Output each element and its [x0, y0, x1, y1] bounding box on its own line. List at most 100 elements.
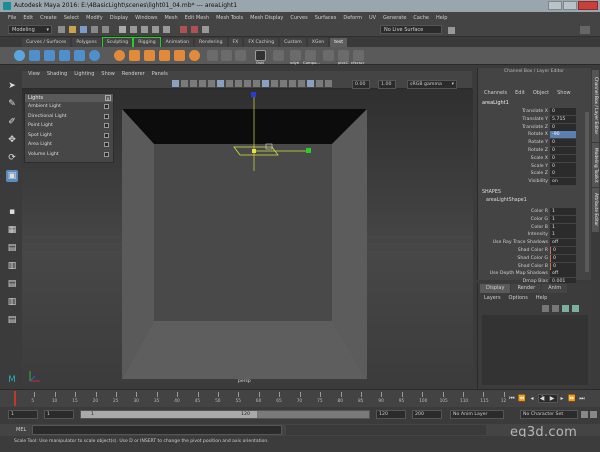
shelf-cylinder-icon[interactable]	[44, 50, 55, 61]
shelf-tab-sculpting[interactable]: Sculpting	[101, 37, 134, 48]
shape-attr-row[interactable]: Shad Color B0	[478, 262, 592, 271]
viewport-tool-2-icon[interactable]	[181, 80, 188, 87]
color-space-dropdown[interactable]: sRGB gamma ▾	[407, 80, 457, 89]
channel-box-scrollbar[interactable]	[585, 112, 589, 272]
viewport-tool-18-icon[interactable]	[325, 80, 332, 87]
attr-row[interactable]: Rotate X -90	[478, 131, 592, 139]
range-slider[interactable]: 1 120	[80, 410, 370, 419]
character-set-dropdown[interactable]: No Character Set	[520, 410, 578, 419]
light-item-point-light[interactable]: Point Light	[25, 121, 113, 131]
snap-curve-icon[interactable]	[141, 26, 148, 33]
close-icon[interactable]: ×	[105, 95, 111, 101]
attr-value[interactable]: 0	[550, 162, 576, 170]
light-item-checkbox[interactable]	[104, 142, 109, 147]
attr-value[interactable]: 1	[550, 231, 576, 239]
menu-windows[interactable]: Windows	[135, 15, 157, 21]
viewport-tool-9-icon[interactable]	[244, 80, 251, 87]
four-view-icon[interactable]: ▦	[6, 224, 18, 236]
shelf-script-icon[interactable]	[273, 50, 284, 61]
side-tab-modeling-toolkit[interactable]: Modeling Toolkit	[592, 143, 599, 187]
new-layer-selected-icon[interactable]	[572, 305, 579, 312]
shelf-cone-icon[interactable]	[59, 50, 70, 61]
shape-attr-row[interactable]: Shad Color G0	[478, 254, 592, 263]
layer-down-icon[interactable]	[552, 305, 559, 312]
viewport-tool-1-icon[interactable]	[172, 80, 179, 87]
playback-start-field[interactable]: 1	[44, 410, 74, 419]
attr-row[interactable]: Visibility on	[478, 178, 592, 186]
viewport-tool-6-icon[interactable]	[217, 80, 224, 87]
attr-value[interactable]: 0	[550, 139, 576, 147]
attr-value[interactable]: 0	[550, 123, 576, 131]
scale-tool-icon[interactable]: ▣	[6, 170, 18, 182]
menu-help[interactable]: Help	[436, 15, 447, 21]
single-view-icon[interactable]: ▪	[6, 206, 18, 218]
render-settings-icon[interactable]	[202, 26, 209, 33]
menu-cache[interactable]: Cache	[413, 15, 429, 21]
layer-tab-display[interactable]: Display	[480, 284, 511, 293]
step-forward-key-icon[interactable]: ⏩	[568, 394, 576, 403]
shelf-nurbs-cube-icon[interactable]	[129, 50, 140, 61]
shelf-plane-icon[interactable]	[74, 50, 85, 61]
attr-row[interactable]: Translate Z0	[478, 123, 592, 132]
shape-attr-row[interactable]: Color B1	[478, 223, 592, 232]
menu-select[interactable]: Select	[64, 15, 79, 21]
attr-value[interactable]: 0	[550, 247, 576, 254]
viewport-menu-shading[interactable]: Shading	[47, 71, 67, 79]
light-item-spot-light[interactable]: Spot Light	[25, 131, 113, 141]
attr-row[interactable]: Scale Z0	[478, 170, 592, 178]
attr-row[interactable]: Translate Y 5.715	[478, 115, 592, 124]
menu-create[interactable]: Create	[40, 15, 57, 21]
light-item-directional-light[interactable]: Directional Light	[25, 112, 113, 122]
viewport-tool-13-icon[interactable]	[280, 80, 287, 87]
rotate-tool-icon[interactable]: ⟳	[6, 152, 18, 164]
attr-value[interactable]: 0	[550, 170, 576, 178]
snap-point-icon[interactable]	[152, 26, 159, 33]
attr-row[interactable]: Rotate Z0	[478, 147, 592, 155]
attr-row[interactable]: Translate X0	[478, 108, 592, 116]
shelf-tab-fx-caching[interactable]: FX Caching	[244, 38, 279, 47]
layout-d-icon[interactable]: ▥	[6, 296, 18, 308]
menu-surfaces[interactable]: Surfaces	[315, 15, 337, 21]
layout-e-icon[interactable]: ▤	[6, 314, 18, 326]
viewport-menu-lighting[interactable]: Lighting	[74, 71, 94, 79]
live-surface-field[interactable]: No Live Surface	[380, 25, 442, 34]
shelf-nurbs-torus-icon[interactable]	[189, 50, 200, 61]
viewport-tool-10-icon[interactable]	[253, 80, 260, 87]
menu-display[interactable]: Display	[110, 15, 128, 21]
lasso-tool-icon[interactable]: ✎	[6, 98, 18, 110]
step-forward-frame-icon[interactable]: ▸	[558, 394, 566, 403]
viewport-tool-14-icon[interactable]	[289, 80, 296, 87]
channel-menu-channels[interactable]: Channels	[484, 90, 507, 96]
range-slider-handle[interactable]	[81, 411, 257, 418]
snap-surface-icon[interactable]	[163, 26, 170, 33]
shelf-tab-rigging[interactable]: Rigging	[133, 37, 161, 48]
shelf-tab-xgen[interactable]: XGen	[307, 38, 329, 47]
attr-value[interactable]: off	[550, 270, 576, 278]
shelf-torus-icon[interactable]	[89, 50, 100, 61]
open-scene-icon[interactable]	[69, 26, 76, 33]
attr-value[interactable]: 1	[550, 215, 576, 223]
shelf-layout-icon[interactable]	[235, 50, 246, 61]
paint-select-icon[interactable]: ✐	[6, 116, 18, 128]
select-mode-icon[interactable]	[119, 26, 126, 33]
layout-a-icon[interactable]: ▤	[6, 242, 18, 254]
shelf-tab-polygons[interactable]: Polygons	[72, 38, 101, 47]
viewport-tool-16-icon[interactable]	[307, 80, 314, 87]
go-to-start-icon[interactable]: ⏮	[508, 394, 516, 403]
light-item-checkbox[interactable]	[104, 151, 109, 157]
select-tool-icon[interactable]: ➤	[6, 80, 18, 92]
viewport-tool-5-icon[interactable]	[208, 80, 215, 87]
attr-value[interactable]: 0	[550, 254, 576, 262]
shelf-nurbs-cone-icon[interactable]	[159, 50, 170, 61]
new-layer-icon[interactable]	[562, 305, 569, 312]
start-time-field[interactable]: 1	[8, 410, 38, 419]
shelf-tab-custom[interactable]: Custom	[280, 38, 306, 47]
menu-mesh-display[interactable]: Mesh Display	[250, 15, 283, 21]
viewport-tool-12-icon[interactable]	[271, 80, 278, 87]
attr-value[interactable]: on	[550, 178, 576, 186]
minimize-button[interactable]	[548, 1, 562, 10]
menuset-dropdown[interactable]: Modeling ▾	[8, 25, 52, 34]
light-item-checkbox[interactable]	[104, 104, 109, 109]
new-scene-icon[interactable]	[58, 26, 65, 33]
menu-curves[interactable]: Curves	[290, 15, 307, 21]
